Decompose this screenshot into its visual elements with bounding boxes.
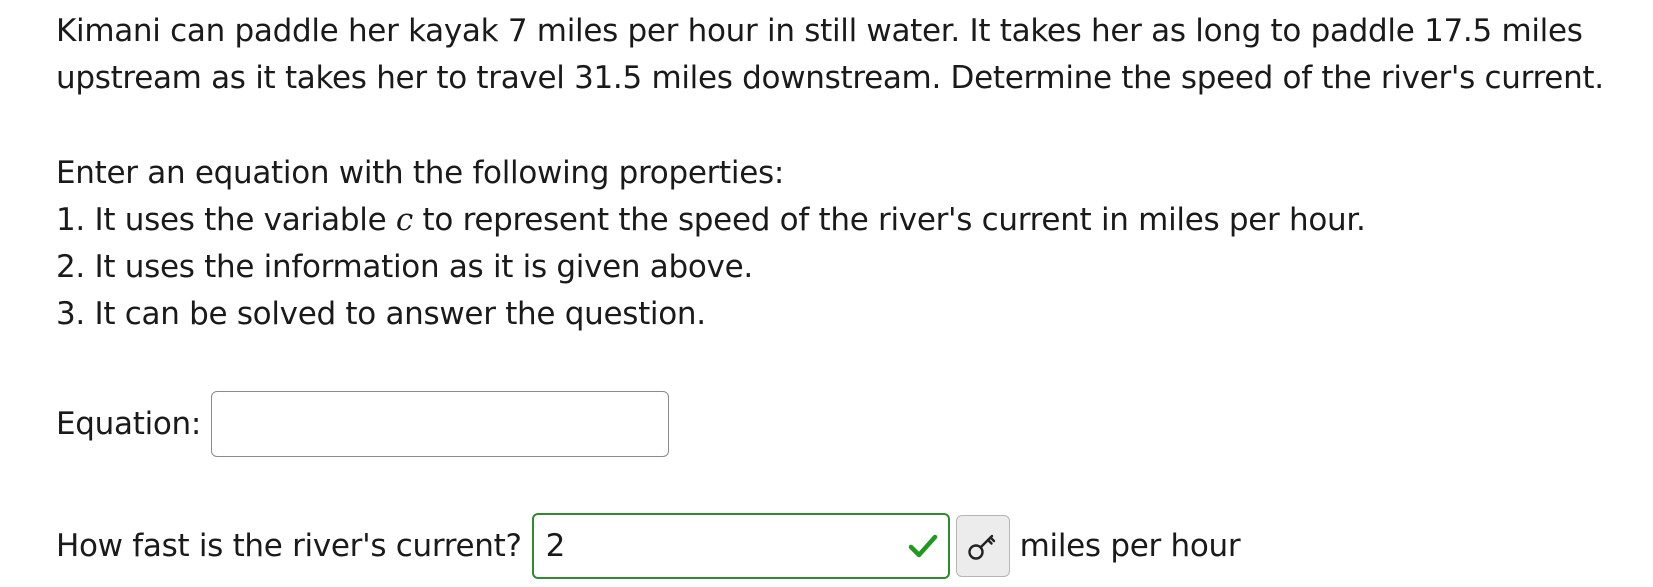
answer-key-button[interactable] [955,515,1010,577]
property-1: 1. It uses the variable c to represent t… [56,197,1636,244]
answer-question: How fast is the river's current? [56,528,522,564]
property-1-before: 1. It uses the variable [56,202,396,238]
key-icon [967,534,995,560]
problem-text: Kimani can paddle her kayak 7 miles per … [56,8,1636,338]
equation-label: Equation: [56,406,202,442]
answer-row: How fast is the river's current? 2 miles… [56,512,1241,580]
answer-value: 2 [545,528,566,564]
check-icon [908,534,937,558]
instructions-heading: Enter an equation with the following pro… [56,155,784,191]
problem-statement: Kimani can paddle her kayak 7 miles per … [56,13,1604,96]
variable-c: c [395,202,413,238]
property-2: 2. It uses the information as it is give… [56,249,753,285]
equation-row: Equation: [56,390,670,458]
property-3: 3. It can be solved to answer the questi… [56,296,706,332]
property-1-after: to represent the speed of the river's cu… [412,202,1366,238]
answer-input[interactable]: 2 [531,513,950,579]
answer-units: miles per hour [1019,528,1241,564]
equation-input[interactable] [211,391,670,457]
